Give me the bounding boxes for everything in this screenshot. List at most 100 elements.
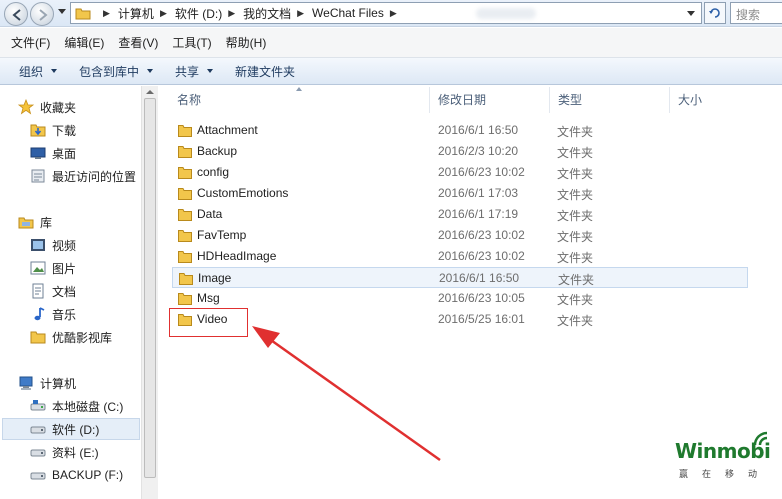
nav-libraries[interactable]: 库: [18, 211, 52, 233]
file-type: 文件夹: [557, 167, 594, 181]
organize-button[interactable]: 组织: [8, 63, 68, 80]
scroll-up-icon[interactable]: [146, 90, 154, 94]
nav-drive-f-label: BACKUP (F:): [52, 468, 124, 482]
drive-icon: [30, 426, 46, 434]
include-in-library-button[interactable]: 包含到库中: [68, 63, 164, 80]
nav-youku-library-label: 优酷影视库: [52, 330, 113, 345]
nav-computer[interactable]: 计算机: [18, 372, 76, 394]
nav-drive-f[interactable]: BACKUP (F:): [30, 464, 123, 486]
column-header-type-label: 类型: [558, 93, 583, 107]
file-name: Image: [198, 271, 232, 285]
nav-pictures[interactable]: 图片: [30, 257, 76, 279]
nav-recent-places[interactable]: 最近访问的位置: [30, 165, 136, 187]
folder-icon: [178, 125, 192, 137]
refresh-button[interactable]: [704, 2, 726, 24]
menu-view[interactable]: 查看(V): [111, 34, 165, 51]
scrollbar-thumb[interactable]: [144, 98, 156, 478]
file-date: 2016/6/1 16:50: [439, 271, 520, 285]
breadcrumb-my-documents[interactable]: 我的文档: [243, 5, 291, 22]
file-type: 文件夹: [558, 273, 595, 287]
drive-icon: [30, 472, 46, 480]
blurred-region: [476, 8, 536, 19]
file-row-customemotions[interactable]: CustomEmotions 2016/6/1 17:03 文件夹: [172, 183, 748, 204]
file-row-hdheadimage[interactable]: HDHeadImage 2016/6/23 10:02 文件夹: [172, 246, 748, 267]
chevron-right-icon[interactable]: ▶: [228, 8, 235, 19]
folder-icon: [178, 188, 192, 200]
file-name: HDHeadImage: [197, 249, 277, 263]
chevron-down-icon: [51, 69, 58, 73]
file-row-config[interactable]: config 2016/6/23 10:02 文件夹: [172, 162, 748, 183]
file-name: Msg: [197, 291, 220, 305]
computer-icon: [19, 376, 33, 390]
menu-file[interactable]: 文件(F): [4, 34, 57, 51]
chevron-down-icon: [207, 69, 214, 73]
nav-music[interactable]: 音乐: [30, 303, 76, 325]
nav-favorites[interactable]: 收藏夹: [18, 96, 76, 118]
file-name: Backup: [197, 144, 238, 158]
menu-tools[interactable]: 工具(T): [165, 34, 218, 51]
file-type: 文件夹: [557, 293, 594, 307]
forward-button[interactable]: [30, 2, 54, 26]
file-row-image[interactable]: Image 2016/6/1 16:50 文件夹: [172, 267, 748, 288]
nav-videos-label: 视频: [52, 238, 77, 253]
sort-ascending-icon: [296, 87, 302, 91]
chevron-right-icon[interactable]: ▶: [390, 8, 397, 19]
address-input[interactable]: ▶ 计算机 ▶ 软件 (D:) ▶ 我的文档 ▶ WeChat Files ▶: [70, 2, 702, 24]
nav-music-label: 音乐: [52, 307, 77, 322]
nav-downloads[interactable]: 下载: [30, 119, 76, 141]
column-header-date-label: 修改日期: [438, 93, 487, 107]
breadcrumb-drive-d[interactable]: 软件 (D:): [175, 5, 222, 22]
nav-youku-library[interactable]: 优酷影视库: [30, 326, 112, 348]
back-arrow-icon: [12, 9, 21, 21]
nav-recent-places-label: 最近访问的位置: [52, 169, 137, 184]
file-date: 2016/6/23 10:02: [438, 165, 525, 179]
file-row-data[interactable]: Data 2016/6/1 17:19 文件夹: [172, 204, 748, 225]
file-row-attachment[interactable]: Attachment 2016/6/1 16:50 文件夹: [172, 120, 748, 141]
breadcrumb-computer[interactable]: 计算机: [118, 5, 154, 22]
file-row-favtemp[interactable]: FavTemp 2016/6/23 10:02 文件夹: [172, 225, 748, 246]
file-row-msg[interactable]: Msg 2016/6/23 10:05 文件夹: [172, 288, 748, 309]
chevron-right-icon[interactable]: ▶: [103, 8, 110, 19]
share-button[interactable]: 共享: [164, 63, 224, 80]
column-header-date[interactable]: 修改日期: [430, 87, 550, 113]
breadcrumb-wechat-files[interactable]: WeChat Files: [312, 6, 384, 20]
menu-edit[interactable]: 编辑(E): [57, 34, 111, 51]
nav-drive-e[interactable]: 资料 (E:): [30, 441, 99, 463]
navigation-scrollbar[interactable]: [141, 86, 158, 499]
nav-videos[interactable]: 视频: [30, 234, 76, 256]
folder-icon: [178, 230, 192, 242]
file-row-video[interactable]: Video 2016/5/25 16:01 文件夹: [172, 309, 748, 330]
download-folder-icon: [30, 124, 46, 137]
annotation-highlight-box: [169, 308, 248, 337]
desktop-icon: [30, 147, 46, 159]
file-date: 2016/6/1 17:19: [438, 207, 519, 221]
watermark-subtext: 赢在移动: [679, 469, 772, 479]
search-input[interactable]: 搜索: [730, 2, 782, 24]
recent-pages-dropdown[interactable]: [58, 9, 66, 14]
address-history-dropdown[interactable]: [687, 11, 695, 16]
navigation-pane: 收藏夹 下载 桌面 最近访问的位置 库 视频 图片 文档 音乐 优酷影视库 计算…: [0, 86, 158, 499]
nav-drive-d[interactable]: 软件 (D:): [2, 418, 140, 440]
file-type: 文件夹: [557, 146, 594, 160]
nav-drive-c[interactable]: 本地磁盘 (C:): [30, 395, 123, 417]
nav-documents-label: 文档: [52, 284, 77, 299]
file-name: Data: [197, 207, 223, 221]
file-row-backup[interactable]: Backup 2016/2/3 10:20 文件夹: [172, 141, 748, 162]
new-folder-button[interactable]: 新建文件夹: [224, 63, 306, 80]
column-header-type[interactable]: 类型: [550, 87, 670, 113]
file-type: 文件夹: [557, 209, 594, 223]
nav-downloads-label: 下载: [52, 123, 77, 138]
back-button[interactable]: [4, 2, 28, 26]
nav-desktop[interactable]: 桌面: [30, 142, 76, 164]
nav-documents[interactable]: 文档: [30, 280, 76, 302]
chevron-right-icon[interactable]: ▶: [160, 8, 167, 19]
column-header-size[interactable]: 大小: [670, 87, 750, 113]
column-header-name-label: 名称: [177, 93, 202, 107]
column-headers: 名称 修改日期 类型 大小: [165, 87, 782, 113]
menu-help[interactable]: 帮助(H): [219, 34, 274, 51]
chevron-right-icon[interactable]: ▶: [297, 8, 304, 19]
watermark-logo: Winmobi 赢在移动: [675, 427, 780, 487]
file-type: 文件夹: [557, 251, 594, 265]
file-date: 2016/2/3 10:20: [438, 144, 519, 158]
folder-icon: [75, 8, 91, 20]
